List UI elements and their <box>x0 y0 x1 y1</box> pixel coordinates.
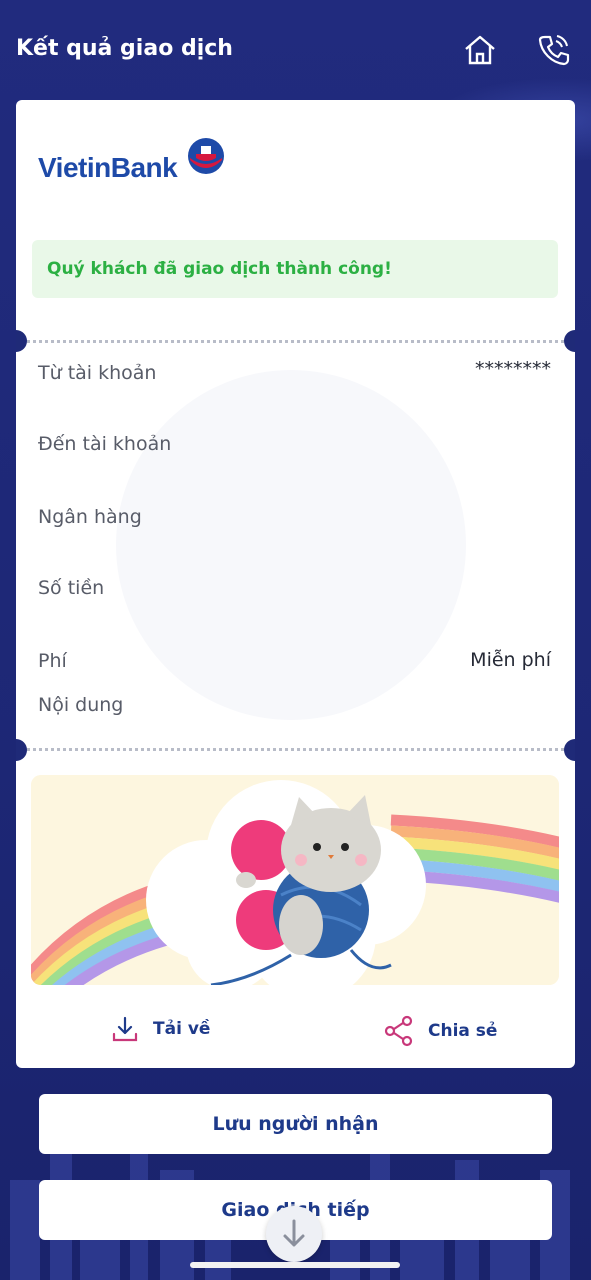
call-button[interactable] <box>534 30 574 70</box>
arrow-down-icon <box>283 1219 305 1247</box>
receipt-actions: Tải về Chia sẻ <box>16 1005 575 1065</box>
vietinbank-logo: VietinBank <box>38 136 238 192</box>
home-icon <box>465 35 495 65</box>
logo-emblem-icon <box>188 138 224 174</box>
fee-value: Miễn phí <box>470 649 551 671</box>
home-indicator[interactable] <box>190 1262 400 1268</box>
fee-label: Phí <box>38 650 67 672</box>
share-label: Chia sẻ <box>428 1021 498 1041</box>
from-account-label: Từ tài khoản <box>38 362 157 384</box>
share-action[interactable]: Chia sẻ <box>384 1015 497 1047</box>
notch-right-top <box>564 330 575 352</box>
notch-left-bottom <box>16 739 27 761</box>
divider-top <box>16 340 575 345</box>
download-action[interactable]: Tải về <box>111 1015 210 1043</box>
screen: Kết quả giao dịch VietinBank Quý khách đ… <box>0 0 591 1280</box>
success-banner: Quý khách đã giao dịch thành công! <box>32 240 558 298</box>
logo-text: VietinBank <box>38 152 178 183</box>
share-icon <box>384 1015 413 1047</box>
top-bar: Kết quả giao dịch <box>0 22 591 82</box>
cat-rainbow-illustration <box>31 775 559 985</box>
watermark <box>116 370 466 720</box>
receipt-card: VietinBank Quý khách đã giao dịch thành … <box>16 100 575 1068</box>
page-title: Kết quả giao dịch <box>16 36 233 61</box>
home-button[interactable] <box>460 30 500 70</box>
phone-icon <box>538 35 570 66</box>
success-message: Quý khách đã giao dịch thành công! <box>47 259 392 279</box>
amount-label: Số tiền <box>38 577 105 599</box>
divider-bottom <box>16 748 575 753</box>
scroll-down-button[interactable] <box>266 1206 322 1262</box>
from-account-value: ******** <box>475 358 551 380</box>
save-recipient-button[interactable]: Lưu người nhận <box>39 1094 552 1154</box>
content-label: Nội dung <box>38 694 124 716</box>
bank-label: Ngân hàng <box>38 506 142 528</box>
download-icon <box>112 1016 138 1042</box>
notch-right-bottom <box>564 739 575 761</box>
decorative-banner <box>31 775 559 985</box>
download-label: Tải về <box>153 1019 211 1039</box>
notch-left-top <box>16 330 27 352</box>
to-account-label: Đến tài khoản <box>38 433 172 455</box>
